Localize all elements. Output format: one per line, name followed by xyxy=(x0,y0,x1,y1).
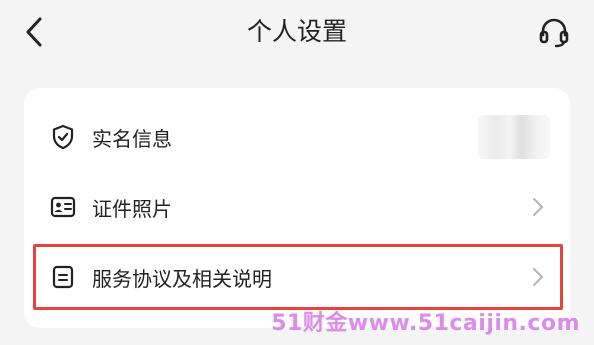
chevron-right-icon xyxy=(530,266,546,288)
top-bar: 个人设置 xyxy=(0,0,594,66)
id-photo-label: 证件照片 xyxy=(92,196,172,221)
blurred-name-value xyxy=(478,115,550,159)
page-title: 个人设置 xyxy=(246,17,347,46)
service-agreement-row[interactable]: 服务协议及相关说明 xyxy=(24,242,570,312)
real-name-info-row[interactable]: 实名信息 xyxy=(24,102,570,172)
id-photo-row[interactable]: 证件照片 xyxy=(24,172,570,242)
customer-service-button[interactable] xyxy=(536,14,572,50)
watermark: 51财金www.51caijin.com xyxy=(271,311,580,336)
chevron-right-icon xyxy=(530,196,546,218)
id-card-icon xyxy=(50,194,76,220)
service-agreement-label: 服务协议及相关说明 xyxy=(92,266,272,291)
headset-icon xyxy=(539,18,569,48)
document-icon xyxy=(50,264,76,290)
real-name-info-label: 实名信息 xyxy=(92,126,172,151)
shield-check-icon xyxy=(50,124,76,150)
settings-card: 实名信息 证件照片 服务协议及相关说明 xyxy=(24,88,570,328)
